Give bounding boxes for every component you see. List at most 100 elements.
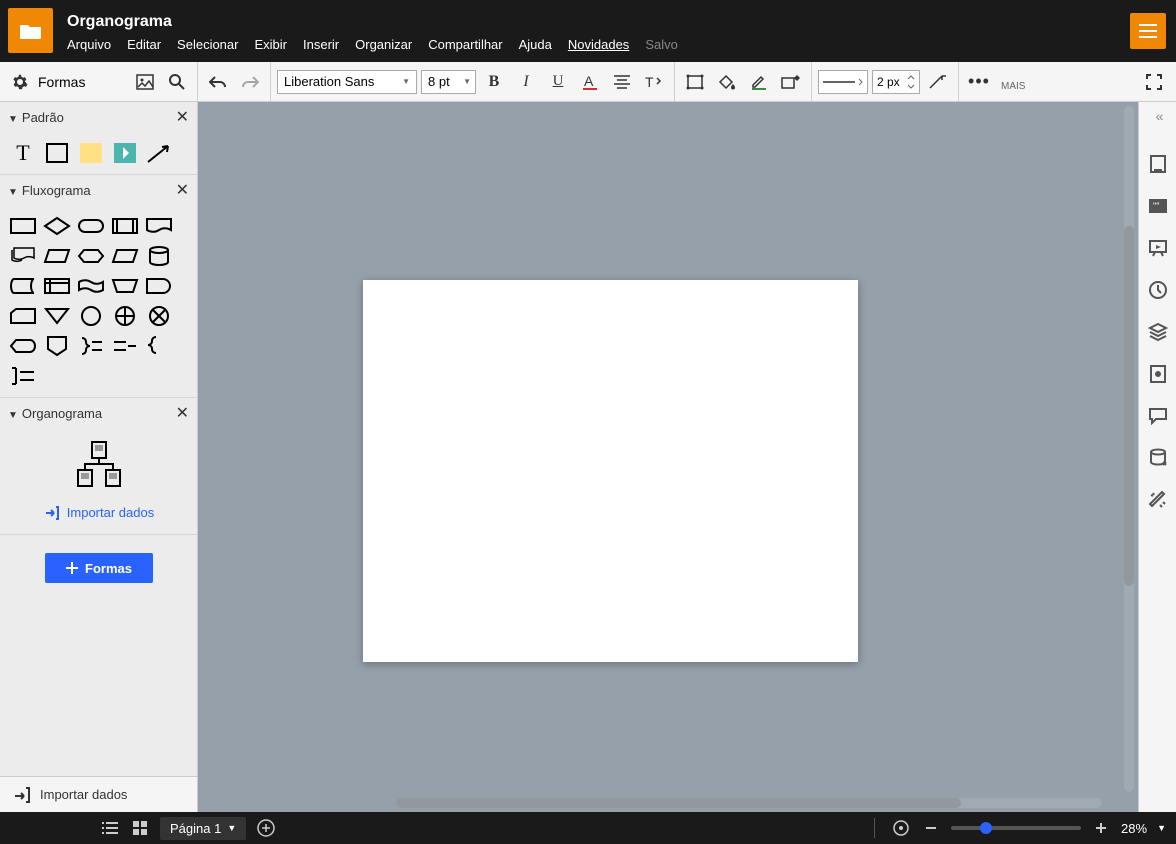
- menu-editar[interactable]: Editar: [127, 37, 161, 52]
- canvas[interactable]: [198, 102, 1138, 812]
- close-icon[interactable]: ✕: [176, 180, 189, 200]
- shape-brace-right[interactable]: [76, 333, 106, 359]
- shape-process[interactable]: [8, 213, 38, 239]
- close-icon[interactable]: ✕: [176, 107, 189, 127]
- shape-action[interactable]: [110, 140, 140, 166]
- shape-orgchart[interactable]: [74, 440, 124, 490]
- shape-rect-outline[interactable]: [42, 140, 72, 166]
- font-select[interactable]: Liberation Sans: [277, 70, 417, 94]
- import-data-link[interactable]: Importar dados: [0, 498, 197, 535]
- more-button[interactable]: •••: [965, 68, 993, 96]
- document-title[interactable]: Organograma: [67, 13, 1130, 31]
- panel-theme-icon[interactable]: [1146, 362, 1170, 386]
- vertical-scrollbar[interactable]: [1124, 106, 1134, 792]
- hamburger-menu-button[interactable]: [1130, 13, 1166, 49]
- add-page-button[interactable]: [256, 818, 276, 838]
- shapes-settings-button[interactable]: [6, 68, 34, 96]
- shape-data[interactable]: [42, 243, 72, 269]
- shape-manual[interactable]: [110, 273, 140, 299]
- panel-present-icon[interactable]: [1146, 236, 1170, 260]
- panel-chat-icon[interactable]: [1146, 404, 1170, 428]
- shape-or[interactable]: [110, 303, 140, 329]
- fullscreen-button[interactable]: [1140, 68, 1168, 96]
- shape-note-bracket[interactable]: [8, 363, 38, 389]
- zoom-fit-button[interactable]: [891, 818, 911, 838]
- chevron-down-icon[interactable]: ▼: [1157, 823, 1166, 833]
- menu-novidades[interactable]: Novidades: [568, 37, 629, 52]
- group-header-organograma[interactable]: ▼Organograma ✕: [0, 398, 197, 428]
- menu-inserir[interactable]: Inserir: [303, 37, 339, 52]
- panel-page-icon[interactable]: [1146, 152, 1170, 176]
- shape-hexagon[interactable]: [76, 243, 106, 269]
- slider-thumb[interactable]: [980, 822, 992, 834]
- shape-style-button[interactable]: [681, 68, 709, 96]
- menu-exibir[interactable]: Exibir: [254, 37, 287, 52]
- menu-arquivo[interactable]: Arquivo: [67, 37, 111, 52]
- shape-sum[interactable]: [144, 303, 174, 329]
- panel-magic-icon[interactable]: [1146, 488, 1170, 512]
- shape-annotation[interactable]: [110, 333, 140, 359]
- line-options-button[interactable]: [924, 68, 952, 96]
- app-logo[interactable]: [8, 8, 53, 53]
- shape-predefined[interactable]: [110, 213, 140, 239]
- shape-parallelogram[interactable]: [110, 243, 140, 269]
- panel-data-icon[interactable]: [1146, 446, 1170, 470]
- collapse-panel-button[interactable]: «: [1156, 108, 1160, 124]
- undo-button[interactable]: [204, 68, 232, 96]
- menu-compartilhar[interactable]: Compartilhar: [428, 37, 502, 52]
- menu-organizar[interactable]: Organizar: [355, 37, 412, 52]
- shape-brace-left[interactable]: [144, 333, 174, 359]
- document-page[interactable]: [363, 280, 858, 662]
- add-shapes-button[interactable]: Formas: [45, 553, 153, 583]
- group-header-padrao[interactable]: ▼Padrão ✕: [0, 102, 197, 132]
- shape-connector[interactable]: [76, 303, 106, 329]
- group-header-fluxograma[interactable]: ▼Fluxograma ✕: [0, 175, 197, 205]
- line-width-select[interactable]: 2 px: [872, 70, 920, 94]
- bold-button[interactable]: B: [480, 68, 508, 96]
- text-format-button[interactable]: T: [640, 68, 668, 96]
- shape-decision[interactable]: [42, 213, 72, 239]
- redo-button[interactable]: [236, 68, 264, 96]
- zoom-label[interactable]: 28%: [1121, 821, 1147, 836]
- border-color-button[interactable]: [745, 68, 773, 96]
- shape-note[interactable]: [76, 140, 106, 166]
- menu-selecionar[interactable]: Selecionar: [177, 37, 238, 52]
- shape-card[interactable]: [8, 303, 38, 329]
- shape-delay[interactable]: [144, 273, 174, 299]
- shape-options-button[interactable]: [777, 68, 805, 96]
- text-color-button[interactable]: A: [576, 68, 604, 96]
- shape-display[interactable]: [8, 333, 38, 359]
- scrollbar-thumb[interactable]: [396, 798, 961, 808]
- shape-offpage[interactable]: [42, 333, 72, 359]
- image-button[interactable]: [131, 68, 159, 96]
- horizontal-scrollbar[interactable]: [396, 798, 1102, 808]
- shape-database[interactable]: [144, 243, 174, 269]
- shape-multidoc[interactable]: [8, 243, 38, 269]
- page-tab[interactable]: Página 1▼: [160, 817, 246, 840]
- menu-ajuda[interactable]: Ajuda: [519, 37, 552, 52]
- shape-document[interactable]: [144, 213, 174, 239]
- import-data-bottom[interactable]: Importar dados: [0, 776, 197, 812]
- grid-view-button[interactable]: [130, 818, 150, 838]
- underline-button[interactable]: U: [544, 68, 572, 96]
- zoom-in-button[interactable]: [1091, 818, 1111, 838]
- shape-terminator[interactable]: [76, 213, 106, 239]
- panel-layers-icon[interactable]: [1146, 320, 1170, 344]
- shape-merge[interactable]: [42, 303, 72, 329]
- shape-internal[interactable]: [42, 273, 72, 299]
- close-icon[interactable]: ✕: [176, 403, 189, 423]
- zoom-slider[interactable]: [951, 826, 1081, 830]
- line-style-select[interactable]: [818, 70, 868, 94]
- zoom-out-button[interactable]: [921, 818, 941, 838]
- italic-button[interactable]: I: [512, 68, 540, 96]
- shape-text[interactable]: T: [8, 140, 38, 166]
- shape-tape[interactable]: [76, 273, 106, 299]
- shape-arrow[interactable]: [144, 140, 174, 166]
- scrollbar-thumb[interactable]: [1124, 226, 1134, 586]
- search-button[interactable]: [163, 68, 191, 96]
- list-view-button[interactable]: [100, 818, 120, 838]
- align-button[interactable]: [608, 68, 636, 96]
- fill-button[interactable]: [713, 68, 741, 96]
- shape-storage[interactable]: [8, 273, 38, 299]
- panel-comments-icon[interactable]: "": [1146, 194, 1170, 218]
